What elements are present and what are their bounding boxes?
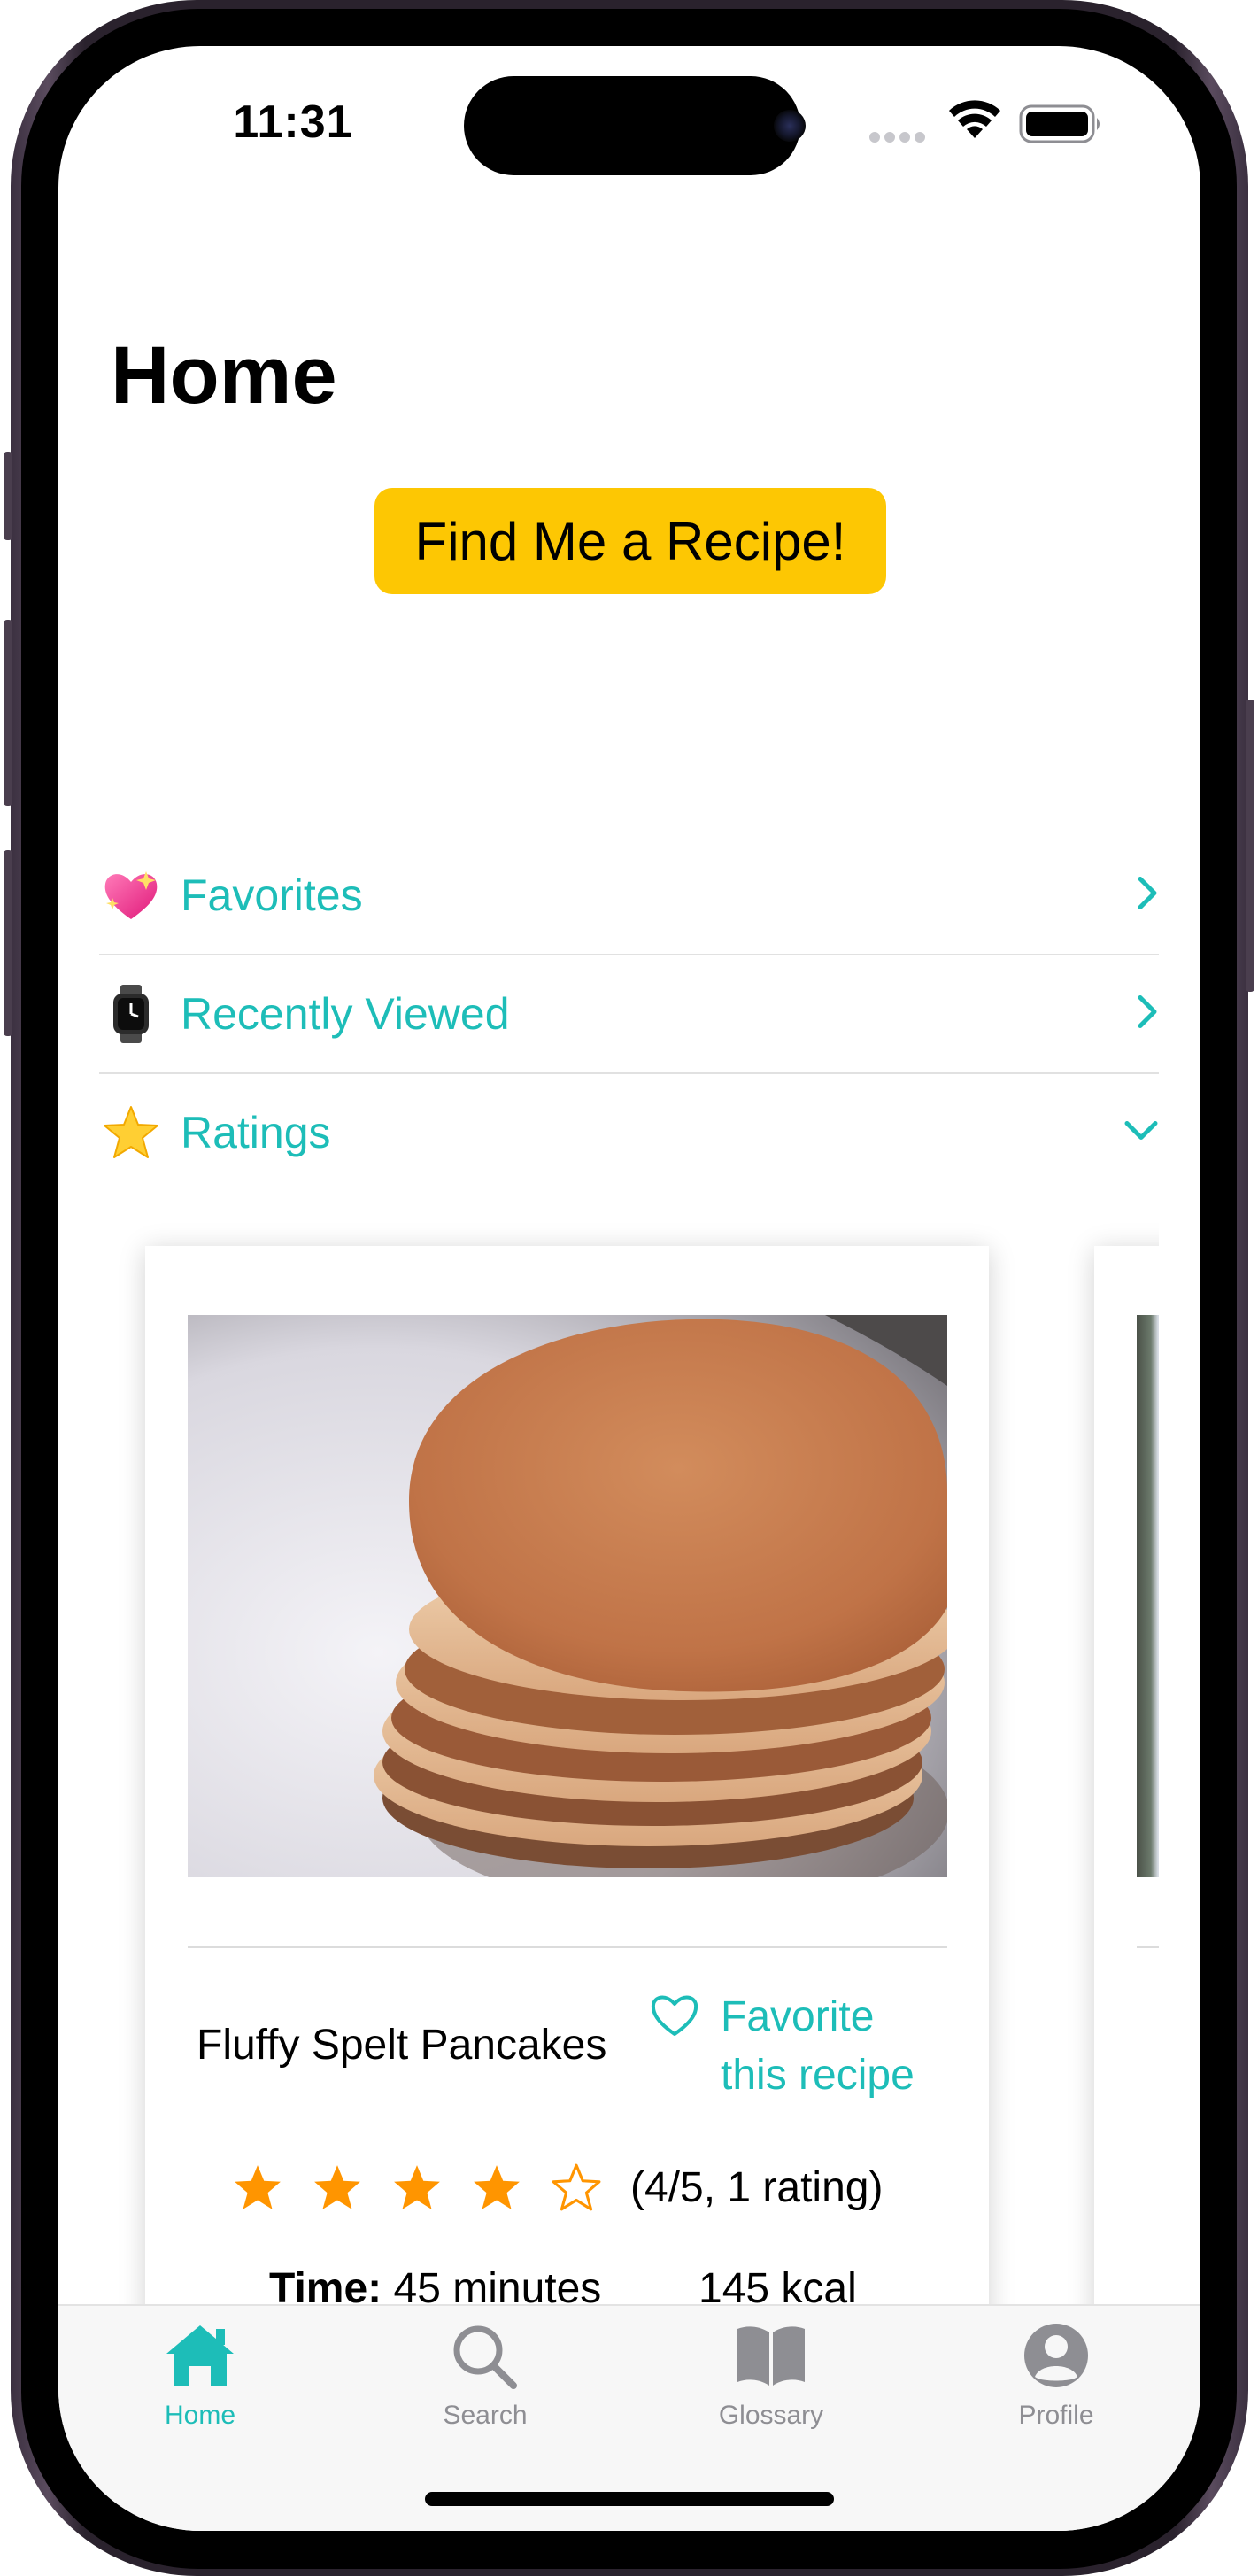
cellular-signal-icon: [869, 132, 925, 143]
phone-screen: 11:31 Home Find Me a Recipe! Favorites R…: [58, 46, 1200, 2531]
chevron-right-icon: [1136, 994, 1159, 1034]
home-indicator: [425, 2492, 834, 2506]
star-filled-icon: [391, 2162, 443, 2212]
tab-label: Search: [443, 2401, 528, 2430]
tab-profile[interactable]: Profile: [968, 2322, 1145, 2455]
rating-stars: (4/5, 1 rating): [232, 2162, 883, 2212]
watch-icon: [99, 982, 163, 1046]
recipe-photo: [188, 1315, 947, 1877]
recipe-photo: [1137, 1315, 1159, 1877]
list-item-label: Ratings: [181, 1108, 331, 1157]
status-time: 11:31: [233, 97, 353, 148]
power-button: [1246, 700, 1254, 992]
tab-label: Glossary: [718, 2401, 824, 2430]
recipe-name: Fluffy Spelt Pancakes: [197, 2022, 607, 2069]
chevron-right-icon: [1136, 876, 1159, 916]
dynamic-island: [464, 76, 800, 175]
favorite-label: Favorite this recipe: [721, 1988, 969, 2105]
camera-icon: [774, 110, 806, 142]
tab-search[interactable]: Search: [397, 2322, 574, 2455]
favorite-recipe-button[interactable]: Favorite this recipe: [650, 1988, 951, 2112]
person-circle-icon: [1023, 2322, 1090, 2394]
card-divider: [188, 1946, 947, 1948]
card-divider: [1137, 1946, 1159, 1948]
list-item-ratings[interactable]: Ratings: [99, 1074, 1159, 1191]
favorite-label-line2: this recipe: [721, 2052, 915, 2099]
page-title: Home: [111, 330, 337, 421]
star-outline-icon: [551, 2162, 602, 2212]
list-item-recently-viewed[interactable]: Recently Viewed: [99, 955, 1159, 1072]
star-filled-icon: [312, 2162, 363, 2212]
ratings-carousel[interactable]: Fluffy Spelt Pancakes Favorite this reci…: [58, 1197, 1159, 2348]
star-icon: [99, 1101, 163, 1164]
action-button: [4, 452, 12, 540]
sparkling-heart-icon: [99, 863, 163, 927]
book-icon: [734, 2322, 808, 2394]
tab-home[interactable]: Home: [112, 2322, 289, 2455]
battery-icon: [1019, 104, 1100, 143]
volume-up-button: [4, 620, 12, 806]
rating-text: (4/5, 1 rating): [630, 2163, 884, 2211]
star-filled-icon: [232, 2162, 283, 2212]
house-icon: [163, 2322, 237, 2394]
wifi-icon: [949, 100, 1000, 138]
find-recipe-button[interactable]: Find Me a Recipe!: [374, 488, 886, 594]
favorite-label-line1: Favorite: [721, 1993, 875, 2040]
magnifier-icon: [450, 2322, 521, 2394]
tab-glossary[interactable]: Glossary: [683, 2322, 860, 2455]
list-item-favorites[interactable]: Favorites: [99, 837, 1159, 954]
star-filled-icon: [471, 2162, 522, 2212]
section-list: Favorites Recently Viewed Ratings: [99, 837, 1159, 1191]
tab-label: Home: [164, 2401, 236, 2430]
recipe-card[interactable]: Fluffy Spelt Pancakes Favorite this reci…: [145, 1246, 989, 2348]
list-item-label: Favorites: [181, 870, 363, 920]
volume-down-button: [4, 850, 12, 1036]
heart-outline-icon: [650, 1992, 699, 2042]
list-item-label: Recently Viewed: [181, 989, 510, 1039]
recipe-card-next[interactable]: [1094, 1246, 1159, 2348]
chevron-down-icon: [1123, 1119, 1159, 1147]
tab-label: Profile: [1018, 2401, 1094, 2430]
